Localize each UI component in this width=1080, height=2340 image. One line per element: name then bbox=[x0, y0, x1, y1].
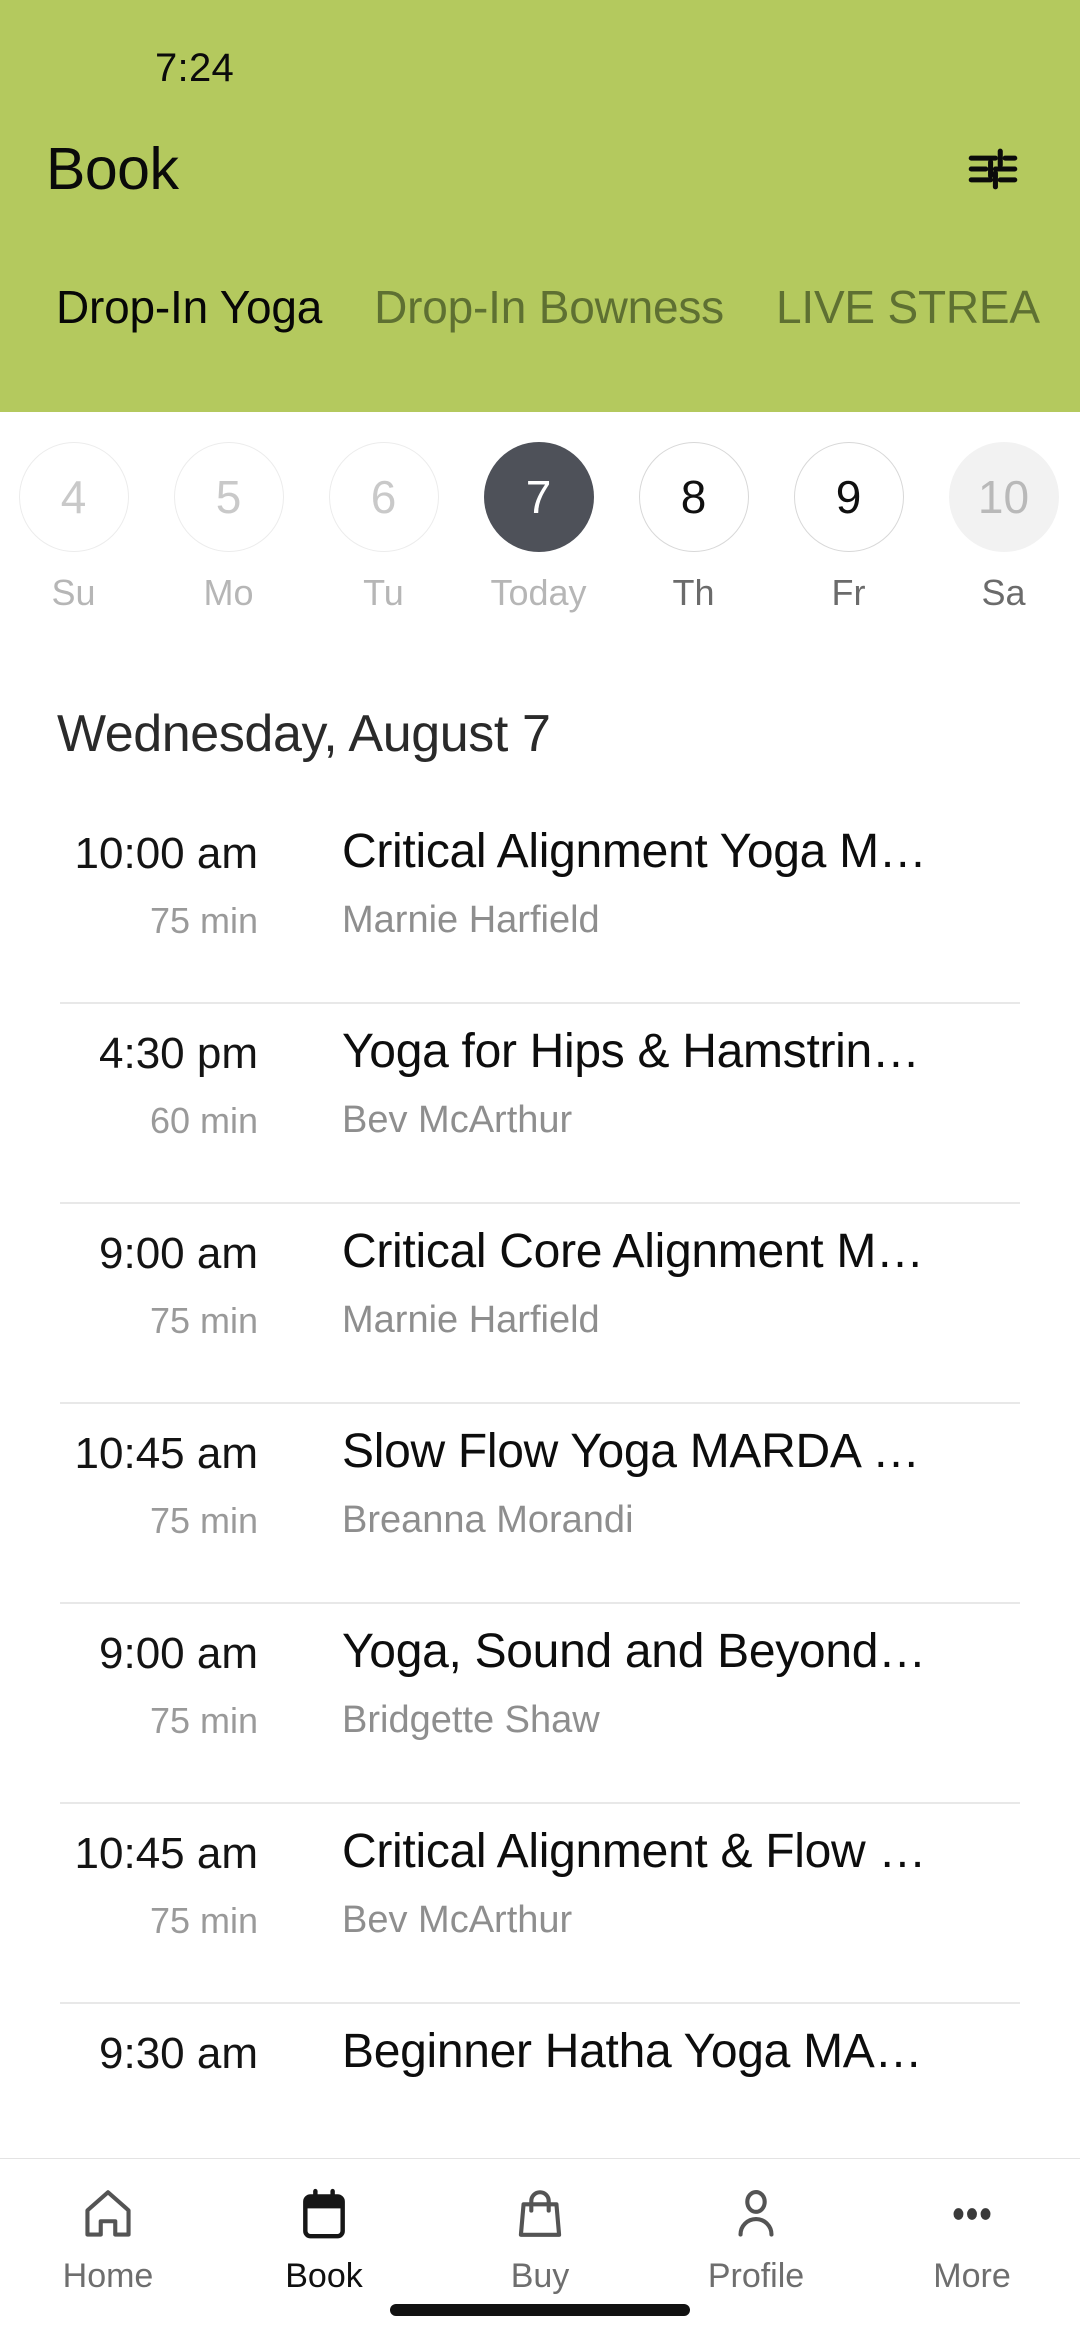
calendar-icon bbox=[296, 2181, 352, 2247]
class-list[interactable]: 10:00 am 75 min Critical Alignment Yoga … bbox=[0, 802, 1080, 2158]
class-name: Slow Flow Yoga MARDA … bbox=[342, 1425, 920, 1478]
class-duration: 75 min bbox=[149, 1900, 258, 1942]
class-teacher: Marnie Harfield bbox=[342, 1299, 600, 1342]
class-info-col: Yoga, Sound and Beyond… Bridgette Shaw bbox=[280, 1624, 1080, 1742]
nav-item-home[interactable]: Home bbox=[0, 2181, 216, 2296]
class-info-col: Critical Core Alignment M… Marnie Harfie… bbox=[280, 1224, 1080, 1342]
table-row[interactable]: 9:30 am Beginner Hatha Yoga MA… bbox=[0, 2002, 1080, 2158]
app-screen: 7:24 Book Drop-In Yoga Drop-In Bowness L… bbox=[0, 0, 1080, 2340]
table-row[interactable]: 4:30 pm 60 min Yoga for Hips & Hamstrin…… bbox=[0, 1002, 1080, 1202]
class-time-col: 9:00 am 75 min bbox=[0, 1224, 280, 1342]
table-row[interactable]: 9:00 am 75 min Critical Core Alignment M… bbox=[0, 1202, 1080, 1402]
table-row[interactable]: 10:00 am 75 min Critical Alignment Yoga … bbox=[0, 802, 1080, 1002]
date-chip-5[interactable]: 5 Mo bbox=[151, 442, 306, 614]
table-row[interactable]: 10:45 am 75 min Slow Flow Yoga MARDA … B… bbox=[0, 1402, 1080, 1602]
class-info-col: Critical Alignment Yoga M… Marnie Harfie… bbox=[280, 824, 1080, 942]
class-teacher: Marnie Harfield bbox=[342, 899, 600, 942]
schedule-date-heading: Wednesday, August 7 bbox=[57, 705, 551, 763]
nav-label: Buy bbox=[510, 2257, 570, 2295]
date-number: 7 bbox=[483, 442, 594, 552]
class-time: 10:45 am bbox=[74, 1429, 258, 1478]
date-chip-9[interactable]: 9 Fr bbox=[771, 442, 926, 614]
ellipsis-icon bbox=[943, 2181, 1001, 2247]
nav-label: More bbox=[933, 2257, 1011, 2295]
tab-drop-in-yoga[interactable]: Drop-In Yoga bbox=[30, 284, 348, 330]
home-indicator bbox=[390, 2304, 690, 2316]
class-info-col: Slow Flow Yoga MARDA … Breanna Morandi bbox=[280, 1424, 1080, 1542]
class-time-col: 10:00 am 75 min bbox=[0, 824, 280, 942]
bag-icon bbox=[511, 2181, 569, 2247]
table-row[interactable]: 10:45 am 75 min Critical Alignment & Flo… bbox=[0, 1802, 1080, 2002]
page-title: Book bbox=[46, 135, 179, 202]
class-duration: 75 min bbox=[149, 1300, 258, 1342]
date-weekday: Today bbox=[490, 572, 587, 613]
class-time: 10:00 am bbox=[74, 829, 258, 878]
class-name: Yoga, Sound and Beyond… bbox=[342, 1625, 926, 1678]
date-number: 6 bbox=[328, 442, 439, 552]
category-tabs: Drop-In Yoga Drop-In Bowness LIVE STREA bbox=[0, 262, 1080, 352]
class-time-col: 10:45 am 75 min bbox=[0, 1424, 280, 1542]
table-row[interactable]: 9:00 am 75 min Yoga, Sound and Beyond… B… bbox=[0, 1602, 1080, 1802]
person-icon bbox=[727, 2181, 785, 2247]
date-chip-8[interactable]: 8 Th bbox=[616, 442, 771, 614]
nav-item-profile[interactable]: Profile bbox=[648, 2181, 864, 2296]
date-weekday: Mo bbox=[203, 572, 254, 613]
title-row: Book bbox=[0, 110, 1080, 228]
nav-item-book[interactable]: Book bbox=[216, 2181, 432, 2296]
class-name: Critical Core Alignment M… bbox=[342, 1225, 924, 1278]
status-time: 7:24 bbox=[155, 46, 235, 90]
date-number: 4 bbox=[18, 442, 129, 552]
class-info-col: Critical Alignment & Flow … Bev McArthur bbox=[280, 1824, 1080, 1942]
date-chip-7-today[interactable]: 7 Today bbox=[461, 442, 616, 614]
class-time-col: 4:30 pm 60 min bbox=[0, 1024, 280, 1142]
date-weekday: Th bbox=[672, 572, 715, 613]
class-name: Yoga for Hips & Hamstrin… bbox=[342, 1025, 920, 1078]
class-time-col: 10:45 am 75 min bbox=[0, 1824, 280, 1942]
class-teacher: Bridgette Shaw bbox=[342, 1699, 600, 1742]
date-weekday: Su bbox=[51, 572, 96, 613]
tab-live-stream[interactable]: LIVE STREA bbox=[750, 284, 1066, 330]
class-teacher: Bev McArthur bbox=[342, 1899, 573, 1942]
class-time: 9:30 am bbox=[99, 2029, 258, 2078]
nav-item-more[interactable]: More bbox=[864, 2181, 1080, 2296]
date-number: 10 bbox=[948, 442, 1059, 552]
date-weekday: Fr bbox=[831, 572, 866, 613]
date-number: 5 bbox=[173, 442, 284, 552]
tab-drop-in-bowness[interactable]: Drop-In Bowness bbox=[348, 284, 750, 330]
date-number: 9 bbox=[793, 442, 904, 552]
class-duration: 75 min bbox=[149, 1700, 258, 1742]
class-duration: 60 min bbox=[149, 1100, 258, 1142]
class-duration: 75 min bbox=[149, 900, 258, 942]
nav-label: Book bbox=[285, 2257, 363, 2295]
date-chip-10[interactable]: 10 Sa bbox=[926, 442, 1080, 614]
class-time: 4:30 pm bbox=[99, 1029, 258, 1078]
date-weekday: Tu bbox=[363, 572, 404, 613]
nav-label: Home bbox=[62, 2257, 154, 2295]
date-strip[interactable]: 4 Su 5 Mo 6 Tu 7 Today 8 Th 9 Fr 10 Sa bbox=[0, 412, 1080, 652]
app-header: 7:24 Book Drop-In Yoga Drop-In Bowness L… bbox=[0, 0, 1080, 412]
class-teacher: Bev McArthur bbox=[342, 1099, 573, 1142]
date-chip-4[interactable]: 4 Su bbox=[0, 442, 151, 614]
class-name: Critical Alignment & Flow … bbox=[342, 1825, 927, 1878]
date-chip-6[interactable]: 6 Tu bbox=[306, 442, 461, 614]
class-name: Critical Alignment Yoga M… bbox=[342, 825, 927, 878]
class-time: 9:00 am bbox=[99, 1229, 258, 1278]
bottom-navigation: Home Book Buy Profile More bbox=[0, 2158, 1080, 2340]
class-name: Beginner Hatha Yoga MA… bbox=[342, 2025, 923, 2078]
date-weekday: Sa bbox=[981, 572, 1026, 613]
nav-label: Profile bbox=[707, 2257, 805, 2295]
class-time: 10:45 am bbox=[74, 1829, 258, 1878]
class-info-col: Beginner Hatha Yoga MA… bbox=[280, 2024, 1080, 2099]
class-time-col: 9:00 am 75 min bbox=[0, 1624, 280, 1742]
status-bar: 7:24 bbox=[0, 0, 1080, 110]
home-icon bbox=[79, 2181, 137, 2247]
class-time-col: 9:30 am bbox=[0, 2024, 280, 2100]
tune-icon[interactable] bbox=[958, 140, 1028, 198]
date-number: 8 bbox=[638, 442, 749, 552]
nav-item-buy[interactable]: Buy bbox=[432, 2181, 648, 2296]
class-time: 9:00 am bbox=[99, 1629, 258, 1678]
class-info-col: Yoga for Hips & Hamstrin… Bev McArthur bbox=[280, 1024, 1080, 1142]
class-duration: 75 min bbox=[149, 1500, 258, 1542]
class-teacher: Breanna Morandi bbox=[342, 1499, 634, 1542]
